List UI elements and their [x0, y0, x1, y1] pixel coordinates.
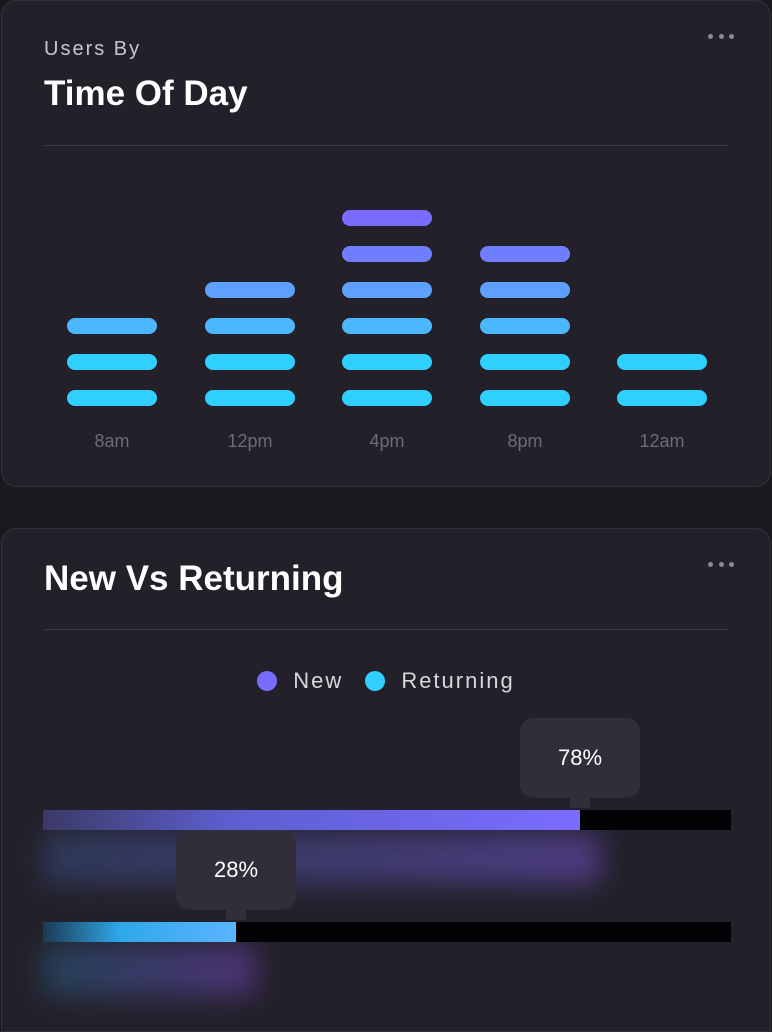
x-tick-label: 8am	[94, 431, 129, 451]
new-bar-glow	[43, 832, 600, 884]
card-title: New Vs Returning	[44, 559, 344, 598]
legend-item-new[interactable]: New	[257, 668, 343, 694]
divider	[43, 629, 729, 630]
returning-bar-track	[43, 922, 731, 942]
bar-segment-12pm[interactable]	[205, 282, 295, 298]
legend-dot-new	[257, 671, 278, 691]
x-tick-label: 12pm	[227, 431, 272, 451]
legend-label-returning: Returning	[401, 668, 515, 693]
returning-bar-fill[interactable]	[43, 922, 236, 942]
legend-label-new: New	[293, 668, 344, 693]
bar-segment-8am[interactable]	[67, 318, 157, 334]
bar-segment-12am[interactable]	[617, 354, 707, 370]
new-bar-track	[43, 810, 731, 830]
bar-segment-4pm[interactable]	[342, 246, 432, 262]
legend-dot-returning	[365, 671, 386, 691]
bar-segment-8pm[interactable]	[480, 390, 570, 406]
bar-segment-12am[interactable]	[617, 390, 707, 406]
bar-segment-4pm[interactable]	[342, 390, 432, 406]
x-tick-label: 12am	[639, 431, 684, 451]
returning-value-tooltip: 28%	[176, 830, 296, 910]
new-bar-fill[interactable]	[43, 810, 580, 830]
new-vs-returning-card: New Vs Returning New Returning 78% 28%	[1, 528, 771, 1032]
chart-legend: New Returning	[2, 668, 770, 694]
bar-segment-8pm[interactable]	[480, 246, 570, 262]
bar-segment-4pm[interactable]	[342, 354, 432, 370]
time-of-day-chart: 8am 12pm 4pm 8pm 12am	[67, 210, 707, 451]
bar-segment-8pm[interactable]	[480, 318, 570, 334]
more-options-icon[interactable]	[708, 562, 734, 568]
bar-segment-4pm[interactable]	[342, 210, 432, 226]
bar-segment-8am[interactable]	[67, 354, 157, 370]
legend-item-returning[interactable]: Returning	[365, 668, 514, 694]
x-tick-label: 4pm	[369, 431, 404, 451]
time-of-day-card: Users By Time Of Day 8am 12pm 4pm 8pm 12am	[1, 0, 771, 487]
returning-bar-glow	[43, 944, 256, 996]
new-value-tooltip: 78%	[520, 718, 640, 798]
bar-segment-12pm[interactable]	[205, 354, 295, 370]
x-tick-label: 8pm	[507, 431, 542, 451]
bar-segment-8pm[interactable]	[480, 282, 570, 298]
bar-segment-4pm[interactable]	[342, 318, 432, 334]
bar-segment-8pm[interactable]	[480, 354, 570, 370]
bar-segment-8am[interactable]	[67, 390, 157, 406]
bar-segment-12pm[interactable]	[205, 318, 295, 334]
bar-segment-12pm[interactable]	[205, 390, 295, 406]
bar-segment-4pm[interactable]	[342, 282, 432, 298]
